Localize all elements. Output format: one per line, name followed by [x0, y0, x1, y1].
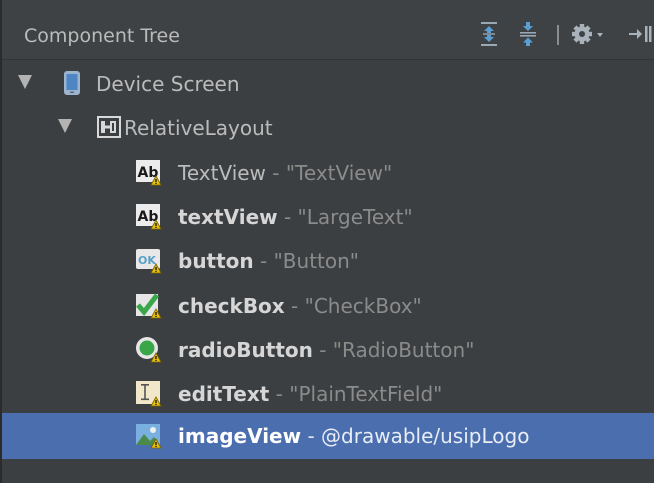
imageview-icon [136, 424, 162, 449]
collapse-all-icon[interactable] [517, 21, 539, 47]
toolbar-separator [557, 25, 559, 45]
button-icon: OK [136, 249, 162, 274]
tree-item-label: radioButton - "RadioButton" [178, 338, 475, 362]
hide-panel-icon[interactable] [627, 21, 653, 47]
expand-arrow-icon[interactable] [18, 75, 32, 89]
tree-item-textview-large[interactable]: Ab textView - "LargeText" [2, 194, 654, 240]
expand-all-icon[interactable] [478, 21, 500, 47]
tree-item-relativelayout[interactable]: RelativeLayout [2, 105, 654, 151]
tree-item-edittext[interactable]: editText - "PlainTextField" [2, 371, 654, 417]
tree-item-radiobutton[interactable]: radioButton - "RadioButton" [2, 327, 654, 373]
component-tree: Device Screen RelativeLayout Ab TextView… [2, 60, 654, 483]
textview-icon: Ab [136, 204, 162, 230]
panel-header: Component Tree [2, 0, 654, 60]
edittext-icon [136, 381, 162, 407]
tree-item-label: button - "Button" [178, 249, 359, 273]
gear-icon[interactable] [570, 21, 608, 47]
tree-item-checkbox[interactable]: checkBox - "CheckBox" [2, 283, 654, 329]
relative-layout-icon [97, 116, 121, 138]
tree-item-textview[interactable]: Ab TextView - "TextView" [2, 150, 654, 196]
tree-item-label: editText - "PlainTextField" [178, 382, 443, 406]
tree-item-label: imageView - @drawable/usipLogo [178, 424, 530, 448]
svg-text:OK: OK [138, 254, 156, 267]
textview-icon: Ab [136, 160, 162, 186]
tree-item-label: RelativeLayout [124, 116, 273, 140]
radiobutton-icon [136, 337, 162, 363]
tree-item-label: checkBox - "CheckBox" [178, 294, 422, 318]
tree-item-device-screen[interactable]: Device Screen [2, 61, 654, 107]
tree-item-button[interactable]: OK button - "Button" [2, 238, 654, 284]
panel-title: Component Tree [24, 25, 180, 47]
expand-arrow-icon[interactable] [58, 119, 72, 133]
tree-item-label: TextView - "TextView" [178, 161, 393, 185]
device-icon [64, 71, 80, 95]
tree-item-label: Device Screen [96, 72, 240, 96]
tree-item-label: textView - "LargeText" [178, 205, 413, 229]
checkbox-icon [136, 293, 162, 319]
component-tree-panel: Component Tree Device Screen RelativeLay… [0, 0, 654, 483]
tree-item-imageview[interactable]: imageView - @drawable/usipLogo [2, 413, 654, 459]
